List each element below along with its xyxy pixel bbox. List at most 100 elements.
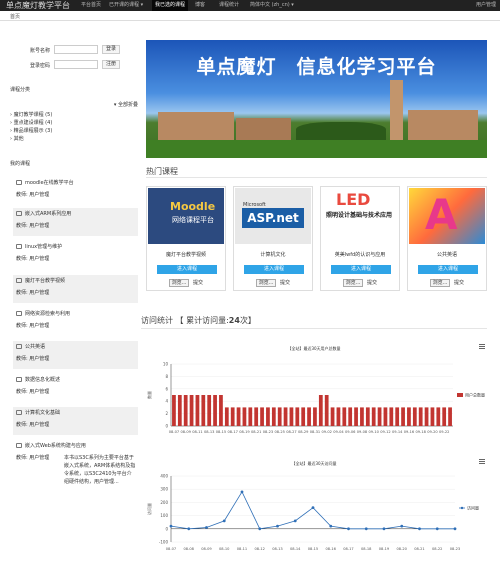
course-thumbnail[interactable]: LED 照明设计基础与技术应用 — [322, 188, 398, 244]
enter-course-button[interactable]: 进入课程 — [157, 265, 217, 274]
username-row: 账号名称 登录 — [30, 45, 130, 55]
nav-course-stats[interactable]: 课程统计 — [216, 0, 242, 11]
course-teacher: 教师: 用户管理 — [16, 356, 50, 362]
bar — [371, 407, 376, 426]
course-name[interactable]: 数据信息化概述 — [25, 376, 60, 383]
course-card[interactable]: moodle在线教学平台 教师: 用户管理 — [13, 177, 138, 205]
bar — [213, 395, 217, 426]
course-thumbnail[interactable]: Moodle 网络课程平台 — [148, 188, 224, 244]
x-tick-label: 08-14 — [290, 547, 301, 551]
submit-link[interactable]: 提交 — [193, 279, 203, 287]
data-point — [169, 524, 173, 528]
hot-courses-title: 热门课程 — [146, 167, 178, 176]
x-tick-label: 08-25 — [274, 430, 284, 434]
language-select[interactable]: 简体中文 (zh_cn) ▾ — [247, 0, 297, 11]
username-input[interactable] — [54, 45, 98, 54]
hot-course-name: 魔灯平台教学视频 — [165, 252, 206, 258]
course-teacher: 教师: 用户管理 — [16, 323, 50, 329]
course-card[interactable]: 嵌入式Web系统构建与应用 教师: 用户管理 本书以S3C系列为主要平台基于嵌入… — [13, 440, 138, 564]
browse-button[interactable]: 浏览... — [256, 279, 276, 287]
nav-blog[interactable]: 博客 — [192, 0, 208, 11]
browse-button[interactable]: 浏览... — [169, 279, 189, 287]
course-name[interactable]: 网络资源检索与利用 — [25, 310, 70, 317]
password-row: 登录密码 注册 — [30, 60, 130, 70]
course-card[interactable]: 网络资源检索与利用 教师: 用户管理 — [13, 308, 138, 336]
submit-link[interactable]: 提交 — [367, 279, 377, 287]
category-item[interactable]: › 其他 — [10, 135, 24, 142]
course-teacher: 教师: 用户管理 — [16, 223, 50, 229]
legend-marker — [460, 506, 464, 510]
bar — [219, 395, 223, 426]
bar — [266, 407, 270, 426]
category-label: 重点建设课程 (4) — [13, 120, 53, 126]
enter-course-button[interactable]: 进入课程 — [418, 265, 478, 274]
nav-my-courses[interactable]: 我已选的课程 — [152, 0, 189, 11]
course-thumbnail[interactable]: Microsoft ASP.net — [235, 188, 311, 244]
users-bar-chart: 0246810数量08-07 08-09 08-11 08-13 08-15 08-17 0… — [146, 362, 485, 435]
category-item[interactable]: › 重点建设课程 (4) — [10, 119, 52, 126]
y-tick-label: 0 — [165, 424, 168, 429]
course-name[interactable]: 嵌入式ARM系列应用 — [25, 210, 71, 217]
breadcrumb-home[interactable]: 首页 — [10, 13, 20, 20]
brand-title[interactable]: 单点魔灯教学平台 — [6, 1, 70, 10]
category-item[interactable]: › 魔灯教学课程 (5) — [10, 111, 52, 118]
x-tick-label: 08-23 — [263, 430, 273, 434]
nav-home[interactable]: 平台首页 — [78, 0, 104, 11]
password-input[interactable] — [54, 60, 98, 69]
category-item[interactable]: › 精品课程展示 (3) — [10, 127, 52, 134]
login-button[interactable]: 登录 — [102, 45, 120, 54]
course-card[interactable]: 魔灯平台教学视频 教师: 用户管理 — [13, 275, 138, 303]
bar — [430, 407, 435, 426]
course-name[interactable]: 魔灯平台教学视频 — [25, 277, 65, 284]
course-card[interactable]: 公共英语 教师: 用户管理 — [13, 341, 138, 369]
user-menu[interactable]: 用户管理 — [476, 0, 496, 11]
submit-link[interactable]: 提交 — [280, 279, 290, 287]
data-point — [382, 527, 386, 531]
collapse-all-link[interactable]: ▾ 全部折叠 — [114, 101, 138, 108]
chart-menu-icon[interactable] — [479, 344, 485, 349]
nav-open-courses[interactable]: 已开课的课程 ▾ — [106, 0, 146, 11]
course-card[interactable]: 嵌入式ARM系列应用 教师: 用户管理 — [13, 208, 138, 236]
x-tick-label: 08-16 — [326, 547, 337, 551]
x-tick-label: 08-09 — [180, 430, 191, 434]
banner-image: 单点魔灯 信息化学习平台 — [146, 40, 487, 158]
course-card[interactable]: 数据信息化概述 教师: 用户管理 — [13, 374, 138, 402]
banner-building — [236, 118, 291, 140]
enter-course-button[interactable]: 进入课程 — [331, 265, 391, 274]
x-tick-label: 08-18 — [361, 547, 372, 551]
banner-building — [408, 110, 478, 140]
course-name[interactable]: 公共英语 — [25, 343, 45, 350]
course-name[interactable]: moodle在线教学平台 — [25, 179, 74, 186]
x-tick-label: 09-12 — [380, 430, 390, 434]
bar — [307, 407, 311, 426]
x-tick-label: 09-14 — [392, 430, 403, 434]
visit-total-suffix: 次】 — [239, 316, 256, 325]
course-teacher: 教师: 用户管理 — [16, 256, 50, 262]
hot-course-name: 计算机文化 — [260, 252, 286, 258]
x-tick-label: 09-20 — [427, 430, 438, 434]
category-title: 课程分类 — [10, 87, 31, 93]
bar — [448, 407, 452, 426]
course-thumbnail[interactable]: A — [409, 188, 485, 244]
register-button[interactable]: 注册 — [102, 60, 120, 69]
y-tick-label: 400 — [160, 474, 168, 479]
course-teacher: 教师: 用户管理 — [16, 455, 50, 461]
course-name[interactable]: linux管理与维护 — [25, 243, 62, 250]
y-tick-label: -100 — [159, 540, 169, 545]
browse-button[interactable]: 浏览... — [430, 279, 450, 287]
bar — [342, 407, 347, 426]
submit-link[interactable]: 提交 — [454, 279, 464, 287]
course-icon — [16, 278, 22, 283]
browse-button[interactable]: 浏览... — [343, 279, 363, 287]
course-card[interactable]: linux管理与维护 教师: 用户管理 — [13, 241, 138, 269]
course-name[interactable]: 嵌入式Web系统构建与应用 — [25, 442, 86, 449]
data-point — [364, 527, 368, 531]
bar — [424, 407, 429, 426]
data-point — [258, 527, 262, 531]
bar — [271, 407, 276, 426]
course-card[interactable]: 计算机文化基础 教师: 用户管理 — [13, 407, 138, 435]
course-name[interactable]: 计算机文化基础 — [25, 409, 60, 416]
divider — [141, 328, 487, 329]
visit-total-prefix: 【 累计访问量: — [175, 316, 229, 325]
enter-course-button[interactable]: 进入课程 — [244, 265, 304, 274]
